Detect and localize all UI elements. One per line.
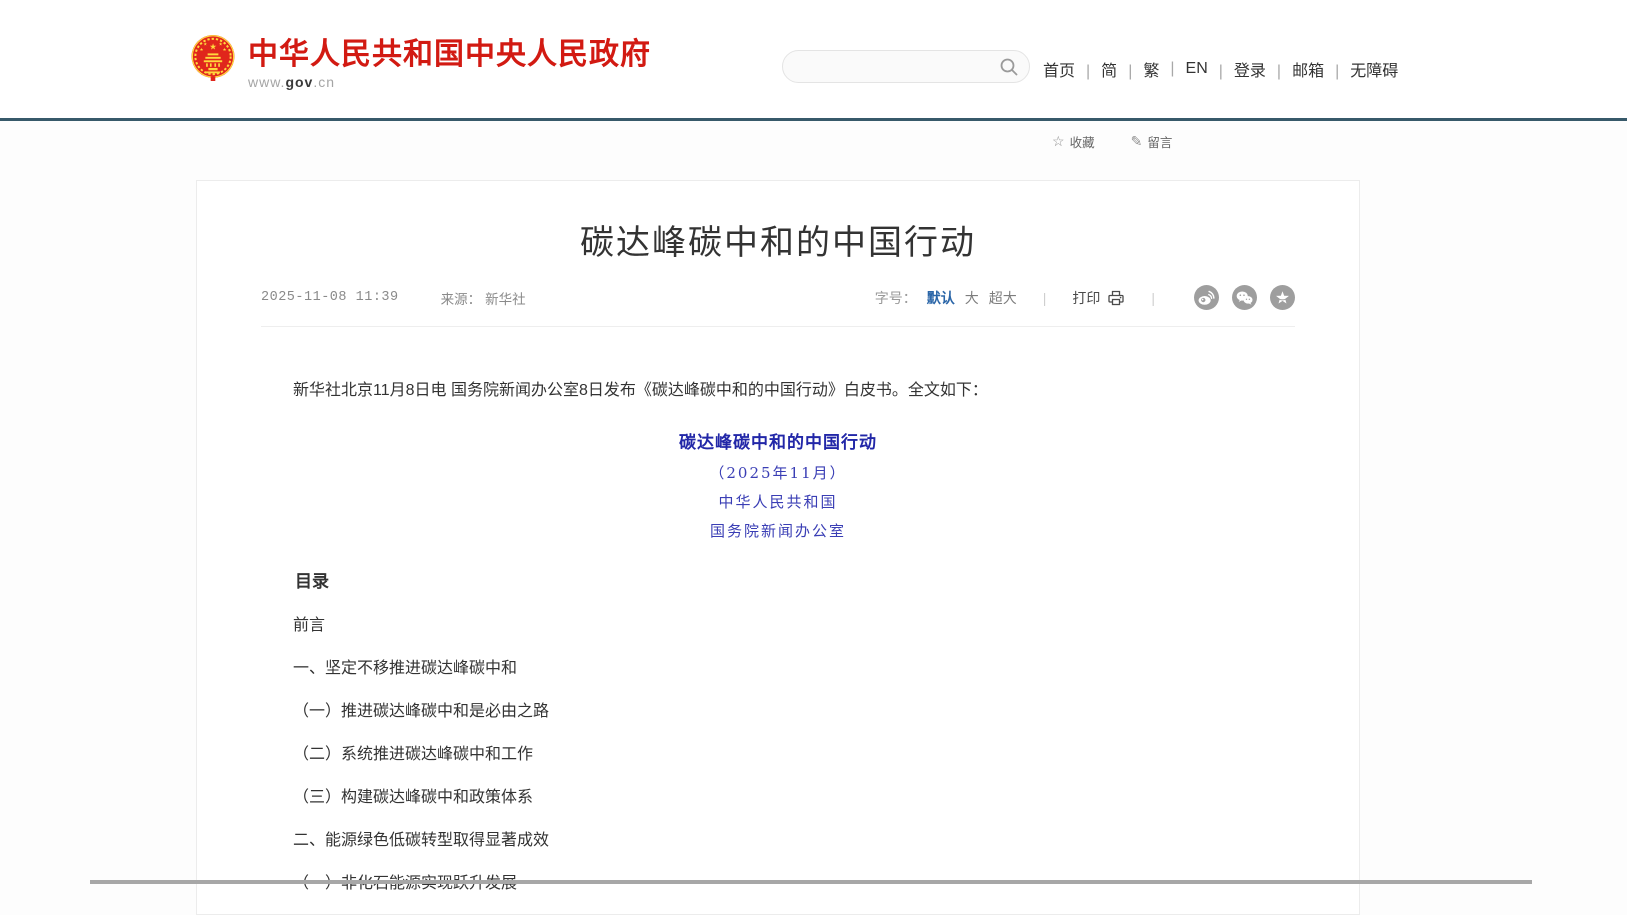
font-size-options: 默认大超大	[917, 288, 1017, 308]
source: 来源：新华社	[441, 288, 526, 308]
toc-item: （二）系统推进碳达峰碳中和工作	[261, 746, 1295, 764]
page-tools: ☆ 收藏 ✎ 留言	[1052, 132, 1172, 151]
message-label: 留言	[1147, 132, 1172, 151]
print-label: 打印	[1072, 288, 1100, 308]
toc-item: （三）构建碳达峰碳中和政策体系	[261, 789, 1295, 807]
search-input[interactable]	[799, 59, 999, 75]
toc-item: （一）推进碳达峰碳中和是必由之路	[261, 703, 1295, 721]
toc-item: （一）非化石能源实现跃升发展	[261, 875, 1295, 893]
article-meta-right: 字号： 默认大超大 | 打印 |	[875, 285, 1295, 310]
favorite-button[interactable]: ☆ 收藏	[1052, 132, 1095, 151]
qzone-share-icon[interactable]	[1270, 285, 1295, 310]
article-container: 碳达峰碳中和的中国行动 2025-11-08 11:39 来源：新华社 字号： …	[196, 180, 1360, 915]
article-body: 新华社北京11月8日电 国务院新闻办公室8日发布《碳达峰碳中和的中国行动》白皮书…	[261, 379, 1295, 893]
site-url: www.gov.cn	[248, 74, 651, 90]
toc-list: 前言一、坚定不移推进碳达峰碳中和 （一）推进碳达峰碳中和是必由之路 （二）系统推进碳…	[261, 617, 1295, 893]
document-issuer-line2: 国务院新闻办公室	[261, 523, 1295, 540]
star-outline-icon: ☆	[1052, 133, 1065, 150]
toc-heading: 目录	[261, 567, 1295, 592]
header-divider	[0, 118, 1627, 121]
font-size-option[interactable]: 超大	[989, 288, 1017, 308]
nav-item[interactable]: 首页	[1043, 57, 1075, 81]
separator: |	[1151, 290, 1155, 306]
nav-item[interactable]: 登录	[1208, 57, 1266, 81]
toc-item: 一、坚定不移推进碳达峰碳中和	[261, 660, 1295, 678]
wechat-share-icon[interactable]	[1232, 285, 1257, 310]
font-size-option[interactable]: 默认	[927, 288, 955, 308]
document-date: （2025年11月）	[261, 465, 1295, 482]
share-icons	[1181, 285, 1295, 310]
source-label: 来源：	[441, 292, 482, 307]
document-title: 碳达峰碳中和的中国行动	[261, 428, 1295, 453]
site-logo-link[interactable]: ★ ★ ★ ★ ★ 中华人民共和国中央人民政府 www.gov.cn	[190, 33, 651, 90]
separator: |	[1043, 290, 1047, 306]
font-size-option[interactable]: 大	[965, 288, 979, 308]
top-nav: 首页简繁EN登录邮箱无障碍	[1043, 57, 1398, 81]
font-size-label: 字号：	[875, 288, 917, 308]
print-button[interactable]: 打印	[1072, 288, 1125, 308]
nav-item[interactable]: 繁	[1117, 57, 1159, 81]
nav-item[interactable]: 邮箱	[1266, 57, 1324, 81]
article-title: 碳达峰碳中和的中国行动	[197, 223, 1359, 263]
pencil-icon: ✎	[1131, 133, 1143, 150]
favorite-label: 收藏	[1070, 132, 1095, 151]
search-icon	[999, 57, 1019, 77]
document-issuer-line1: 中华人民共和国	[261, 494, 1295, 511]
site-header: ★ ★ ★ ★ ★ 中华人民共和国中央人民政府 www.gov.cn	[0, 0, 1627, 118]
lead-paragraph: 新华社北京11月8日电 国务院新闻办公室8日发布《碳达峰碳中和的中国行动》白皮书…	[261, 379, 1295, 403]
toc-item: 二、能源绿色低碳转型取得显著成效	[261, 832, 1295, 850]
footer-divider	[90, 880, 1532, 884]
nav-item[interactable]: 简	[1075, 57, 1117, 81]
svg-text:★: ★	[209, 42, 217, 52]
national-emblem-icon: ★ ★ ★ ★ ★	[190, 33, 236, 83]
brand-text: 中华人民共和国中央人民政府 www.gov.cn	[248, 33, 651, 90]
search-button[interactable]	[999, 57, 1019, 77]
article-meta-row: 2025-11-08 11:39 来源：新华社 字号： 默认大超大 | 打印 |	[261, 285, 1295, 327]
search-box	[782, 50, 1030, 83]
nav-item[interactable]: EN	[1159, 60, 1207, 78]
source-name: 新华社	[485, 292, 526, 307]
site-name: 中华人民共和国中央人民政府	[248, 39, 651, 71]
article-meta-left: 2025-11-08 11:39 来源：新华社	[261, 288, 526, 308]
weibo-share-icon[interactable]	[1194, 285, 1219, 310]
message-button[interactable]: ✎ 留言	[1131, 132, 1173, 151]
toc-item: 前言	[261, 617, 1295, 635]
printer-icon	[1107, 290, 1125, 306]
publish-time: 2025-11-08 11:39	[261, 290, 399, 305]
nav-item[interactable]: 无障碍	[1324, 57, 1398, 81]
